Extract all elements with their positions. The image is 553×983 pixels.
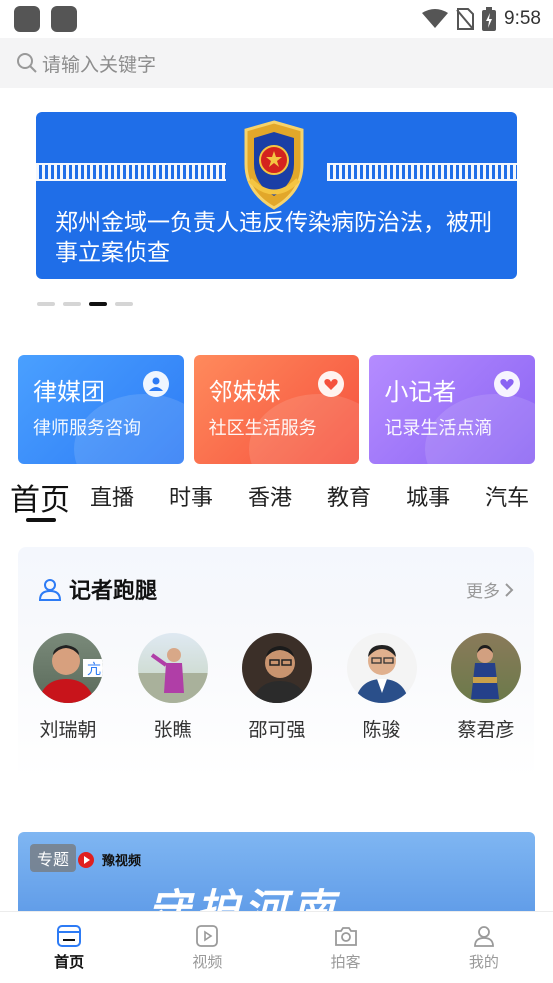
more-link[interactable]: 更多	[466, 577, 514, 602]
reporter-item[interactable]: 亢 刘瑞朝	[32, 633, 104, 742]
status-indicators: 9:58	[422, 6, 541, 32]
police-emblem-icon	[244, 120, 304, 210]
avatar: 亢	[33, 633, 103, 703]
more-label: 更多	[466, 582, 500, 602]
reporter-item[interactable]: 陈骏	[346, 633, 418, 742]
notification-app-icon	[51, 6, 77, 32]
tab-live[interactable]: 直播	[90, 468, 134, 512]
nav-camera[interactable]: 拍客	[277, 912, 415, 983]
tab-education[interactable]: 教育	[327, 468, 371, 512]
card-subtitle: 社区生活服务	[208, 418, 317, 439]
person-outline-icon	[38, 579, 62, 601]
avatar	[451, 633, 521, 703]
reporter-name: 邵可强	[248, 719, 306, 741]
reporter-name: 蔡君彦	[457, 719, 515, 741]
nav-label: 视频	[192, 953, 223, 971]
search-bar[interactable]: 请输入关键字	[0, 38, 553, 88]
avatar	[242, 633, 312, 703]
banner-decoration	[327, 163, 517, 181]
card-subtitle: 记录生活点滴	[384, 418, 493, 439]
status-bar: 9:58	[0, 0, 553, 38]
tab-home[interactable]: 首页	[10, 468, 70, 519]
tab-hongkong[interactable]: 香港	[248, 468, 292, 512]
nav-profile[interactable]: 我的	[415, 912, 553, 983]
headline-banner[interactable]: 郑州金域一负责人违反传染病防治法，被刑事立案侦查	[36, 112, 517, 279]
chevron-right-icon	[505, 582, 514, 597]
topic-tag: 专题	[30, 844, 77, 872]
banner-pager	[37, 302, 133, 306]
section-header: 记者跑腿	[37, 573, 157, 605]
person-icon	[142, 371, 169, 397]
avatar	[346, 633, 417, 703]
search-placeholder: 请输入关键字	[42, 53, 157, 76]
nav-video[interactable]: 视频	[138, 912, 276, 983]
bottom-nav: 首页 视频 拍客 我的	[0, 911, 553, 983]
wifi-icon	[422, 9, 449, 28]
pager-dot[interactable]	[63, 302, 81, 306]
card-neighbor-sister[interactable]: 邻妹妹 社区生活服务	[193, 355, 360, 464]
nav-label: 我的	[468, 953, 499, 971]
card-subtitle: 律师服务咨询	[33, 418, 141, 439]
play-icon	[78, 851, 94, 868]
battery-charging-icon	[482, 7, 497, 31]
service-cards: 律媒团 律师服务咨询 邻妹妹 社区生活服务 小记者 记录生活点滴	[18, 355, 536, 464]
reporter-name: 陈骏	[362, 719, 401, 741]
pager-dot[interactable]	[115, 302, 133, 306]
pager-dot[interactable]	[37, 302, 55, 306]
pager-dot-active[interactable]	[89, 302, 107, 306]
nav-home[interactable]: 首页	[0, 912, 138, 983]
tab-current-affairs[interactable]: 时事	[169, 468, 213, 512]
active-tab-indicator	[26, 518, 56, 522]
reporter-name: 刘瑞朝	[39, 719, 97, 741]
home-icon	[57, 925, 82, 947]
no-sim-icon	[456, 8, 475, 30]
banner-caption: 郑州金域一负责人违反传染病防治法，被刑事立案侦查	[55, 210, 492, 266]
reporter-item[interactable]: 张瞧	[137, 633, 209, 742]
notification-app-icon	[14, 6, 40, 32]
avatar	[137, 633, 208, 703]
svg-text:亢: 亢	[87, 661, 101, 678]
camera-icon	[334, 927, 357, 946]
profile-icon	[473, 926, 494, 947]
reporter-item[interactable]: 邵可强	[241, 633, 313, 742]
topic-logos: 豫视频	[78, 850, 141, 869]
clock: 9:58	[504, 8, 541, 29]
heart-bubble-icon	[494, 371, 521, 397]
reporter-item[interactable]: 蔡君彦	[450, 633, 522, 742]
card-lawyer-group[interactable]: 律媒团 律师服务咨询	[18, 355, 184, 464]
banner-decoration	[36, 163, 226, 181]
section-title: 记者跑腿	[69, 579, 158, 604]
search-icon	[17, 53, 37, 73]
nav-label: 拍客	[330, 953, 361, 971]
reporter-list: 亢 刘瑞朝 张瞧 邵可强 陈骏 蔡君彦	[32, 633, 522, 742]
tab-city[interactable]: 城事	[406, 468, 450, 512]
channel-tabs: 首页 直播 时事 香港 教育 城事 汽车	[0, 468, 553, 524]
reporter-section: 记者跑腿 更多 亢 刘瑞朝 张瞧 邵可强 陈骏 蔡君彦	[18, 547, 534, 779]
tab-auto[interactable]: 汽车	[485, 468, 529, 512]
nav-label: 首页	[54, 953, 85, 971]
video-icon	[196, 925, 219, 947]
card-little-reporter[interactable]: 小记者 记录生活点滴	[369, 355, 536, 464]
topic-logo-text: 豫视频	[102, 854, 142, 869]
reporter-name: 张瞧	[153, 719, 192, 741]
